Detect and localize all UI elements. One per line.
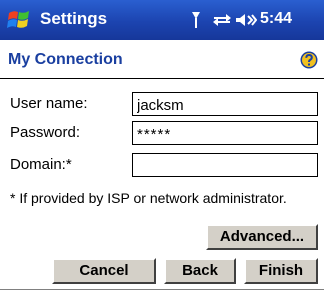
page-header: My Connection bbox=[0, 40, 324, 78]
username-label: User name: bbox=[10, 95, 88, 112]
password-field[interactable] bbox=[132, 121, 318, 145]
domain-label: Domain:* bbox=[10, 156, 72, 173]
advanced-button[interactable]: Advanced... bbox=[206, 224, 318, 250]
domain-field[interactable] bbox=[132, 153, 318, 177]
windows-start-icon[interactable] bbox=[6, 6, 34, 34]
app-title: Settings bbox=[40, 9, 108, 28]
clock[interactable]: 5:44 bbox=[260, 10, 292, 28]
sync-icon[interactable] bbox=[212, 12, 232, 28]
back-button[interactable]: Back bbox=[164, 258, 236, 284]
cancel-button[interactable]: Cancel bbox=[52, 258, 156, 284]
help-icon[interactable] bbox=[300, 51, 318, 69]
finish-button[interactable]: Finish bbox=[244, 258, 318, 284]
header-divider bbox=[0, 78, 324, 79]
page-title: My Connection bbox=[8, 51, 123, 68]
speaker-icon[interactable] bbox=[235, 12, 257, 28]
antenna-icon[interactable] bbox=[188, 10, 204, 30]
title-bar: Settings 5:44 bbox=[0, 0, 324, 40]
password-label: Password: bbox=[10, 124, 81, 141]
username-field[interactable] bbox=[132, 92, 318, 116]
domain-note: * If provided by ISP or network administ… bbox=[10, 190, 287, 206]
